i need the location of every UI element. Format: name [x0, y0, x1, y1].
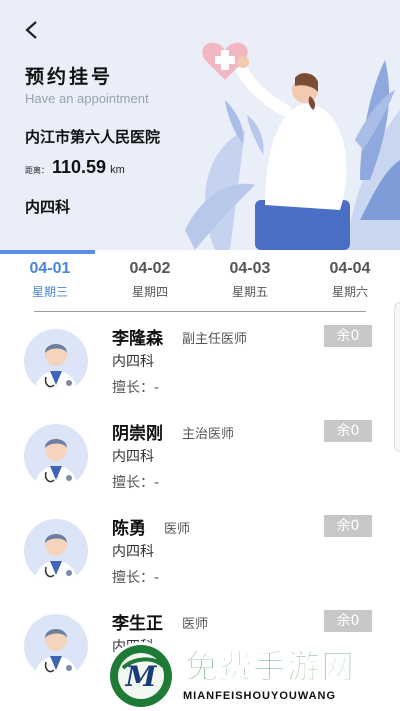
tab-date: 04-03	[229, 260, 271, 277]
remaining-slots-badge[interactable]: 余0	[324, 325, 372, 347]
doctor-list-item[interactable]: 陈勇 医师 内四科 擅长：- 余0	[0, 502, 400, 597]
distance-label: 距离：	[25, 166, 49, 175]
doctor-department: 内四科	[112, 354, 154, 370]
page-title: 预约挂号	[25, 66, 114, 88]
doctor-title: 副主任医师	[182, 332, 248, 347]
doctor-department: 内四科	[112, 449, 154, 465]
watermark-subtext: MIANFEISHOUYOUWANG	[183, 690, 337, 702]
doctor-title: 医师	[182, 617, 209, 632]
chevron-left-icon	[25, 21, 37, 39]
doctor-specialty: 擅长：-	[112, 380, 160, 396]
doctor-name: 李生正	[112, 614, 163, 634]
tab-date: 04-02	[129, 260, 171, 277]
doctor-avatar-icon	[24, 614, 88, 678]
remaining-slots-badge[interactable]: 余0	[324, 420, 372, 442]
doctor-title: 主治医师	[182, 427, 235, 442]
doctor-specialty: 擅长：-	[112, 570, 160, 586]
doctor-list-item[interactable]: 李隆森 副主任医师 内四科 擅长：- 余0	[0, 312, 400, 407]
tab-date-3[interactable]: 04-03 星期五	[200, 250, 300, 310]
tab-weekday: 星期五	[231, 285, 268, 299]
distance-unit: km	[110, 164, 125, 176]
tab-date: 04-04	[329, 260, 371, 277]
tab-weekday: 星期六	[331, 285, 368, 299]
tab-date-2[interactable]: 04-02 星期四	[100, 250, 200, 310]
distance-row: 距离： 110.59 km	[25, 157, 125, 178]
doctor-name: 陈勇	[112, 519, 146, 539]
distance-value: 110.59	[52, 157, 107, 177]
appointment-illustration	[185, 42, 400, 250]
doctor-department: 内四科	[112, 544, 154, 560]
remaining-slots-badge[interactable]: 余0	[324, 515, 372, 537]
header-banner: 预约挂号 Have an appointment 内江市第六人民医院 距离： 1…	[0, 0, 400, 250]
doctor-name: 阴崇刚	[112, 424, 163, 444]
doctor-list-item[interactable]: 阴崇刚 主治医师 内四科 擅长：- 余0	[0, 407, 400, 502]
doctor-avatar-icon	[24, 519, 88, 583]
doctor-specialty: 擅长：-	[112, 475, 160, 491]
hospital-name: 内江市第六人民医院	[25, 128, 161, 146]
tab-date-4[interactable]: 04-04 星期六	[300, 250, 400, 310]
tab-date-1[interactable]: 04-01 星期三	[0, 250, 100, 310]
tab-date: 04-01	[29, 260, 71, 277]
page-subtitle: Have an appointment	[25, 91, 149, 106]
doctor-name: 李隆森	[112, 329, 163, 349]
remaining-slots-badge[interactable]: 余0	[324, 610, 372, 632]
watermark-text: 免费手游网	[185, 647, 355, 687]
doctor-list: 李隆森 副主任医师 内四科 擅长：- 余0 阴崇刚 主治医师 内四科 擅长：- …	[0, 312, 400, 692]
date-tabs: 04-01 星期三 04-02 星期四 04-03 星期五 04-04 星期六	[0, 250, 400, 310]
doctor-avatar-icon	[24, 424, 88, 488]
watermark-logo-letter: M	[125, 660, 158, 693]
tab-weekday: 星期四	[131, 285, 168, 299]
doctor-avatar-icon	[24, 329, 88, 393]
department-name: 内四科	[25, 198, 71, 216]
back-button[interactable]	[18, 16, 46, 44]
tab-weekday: 星期三	[31, 285, 68, 299]
doctor-title: 医师	[164, 522, 191, 537]
